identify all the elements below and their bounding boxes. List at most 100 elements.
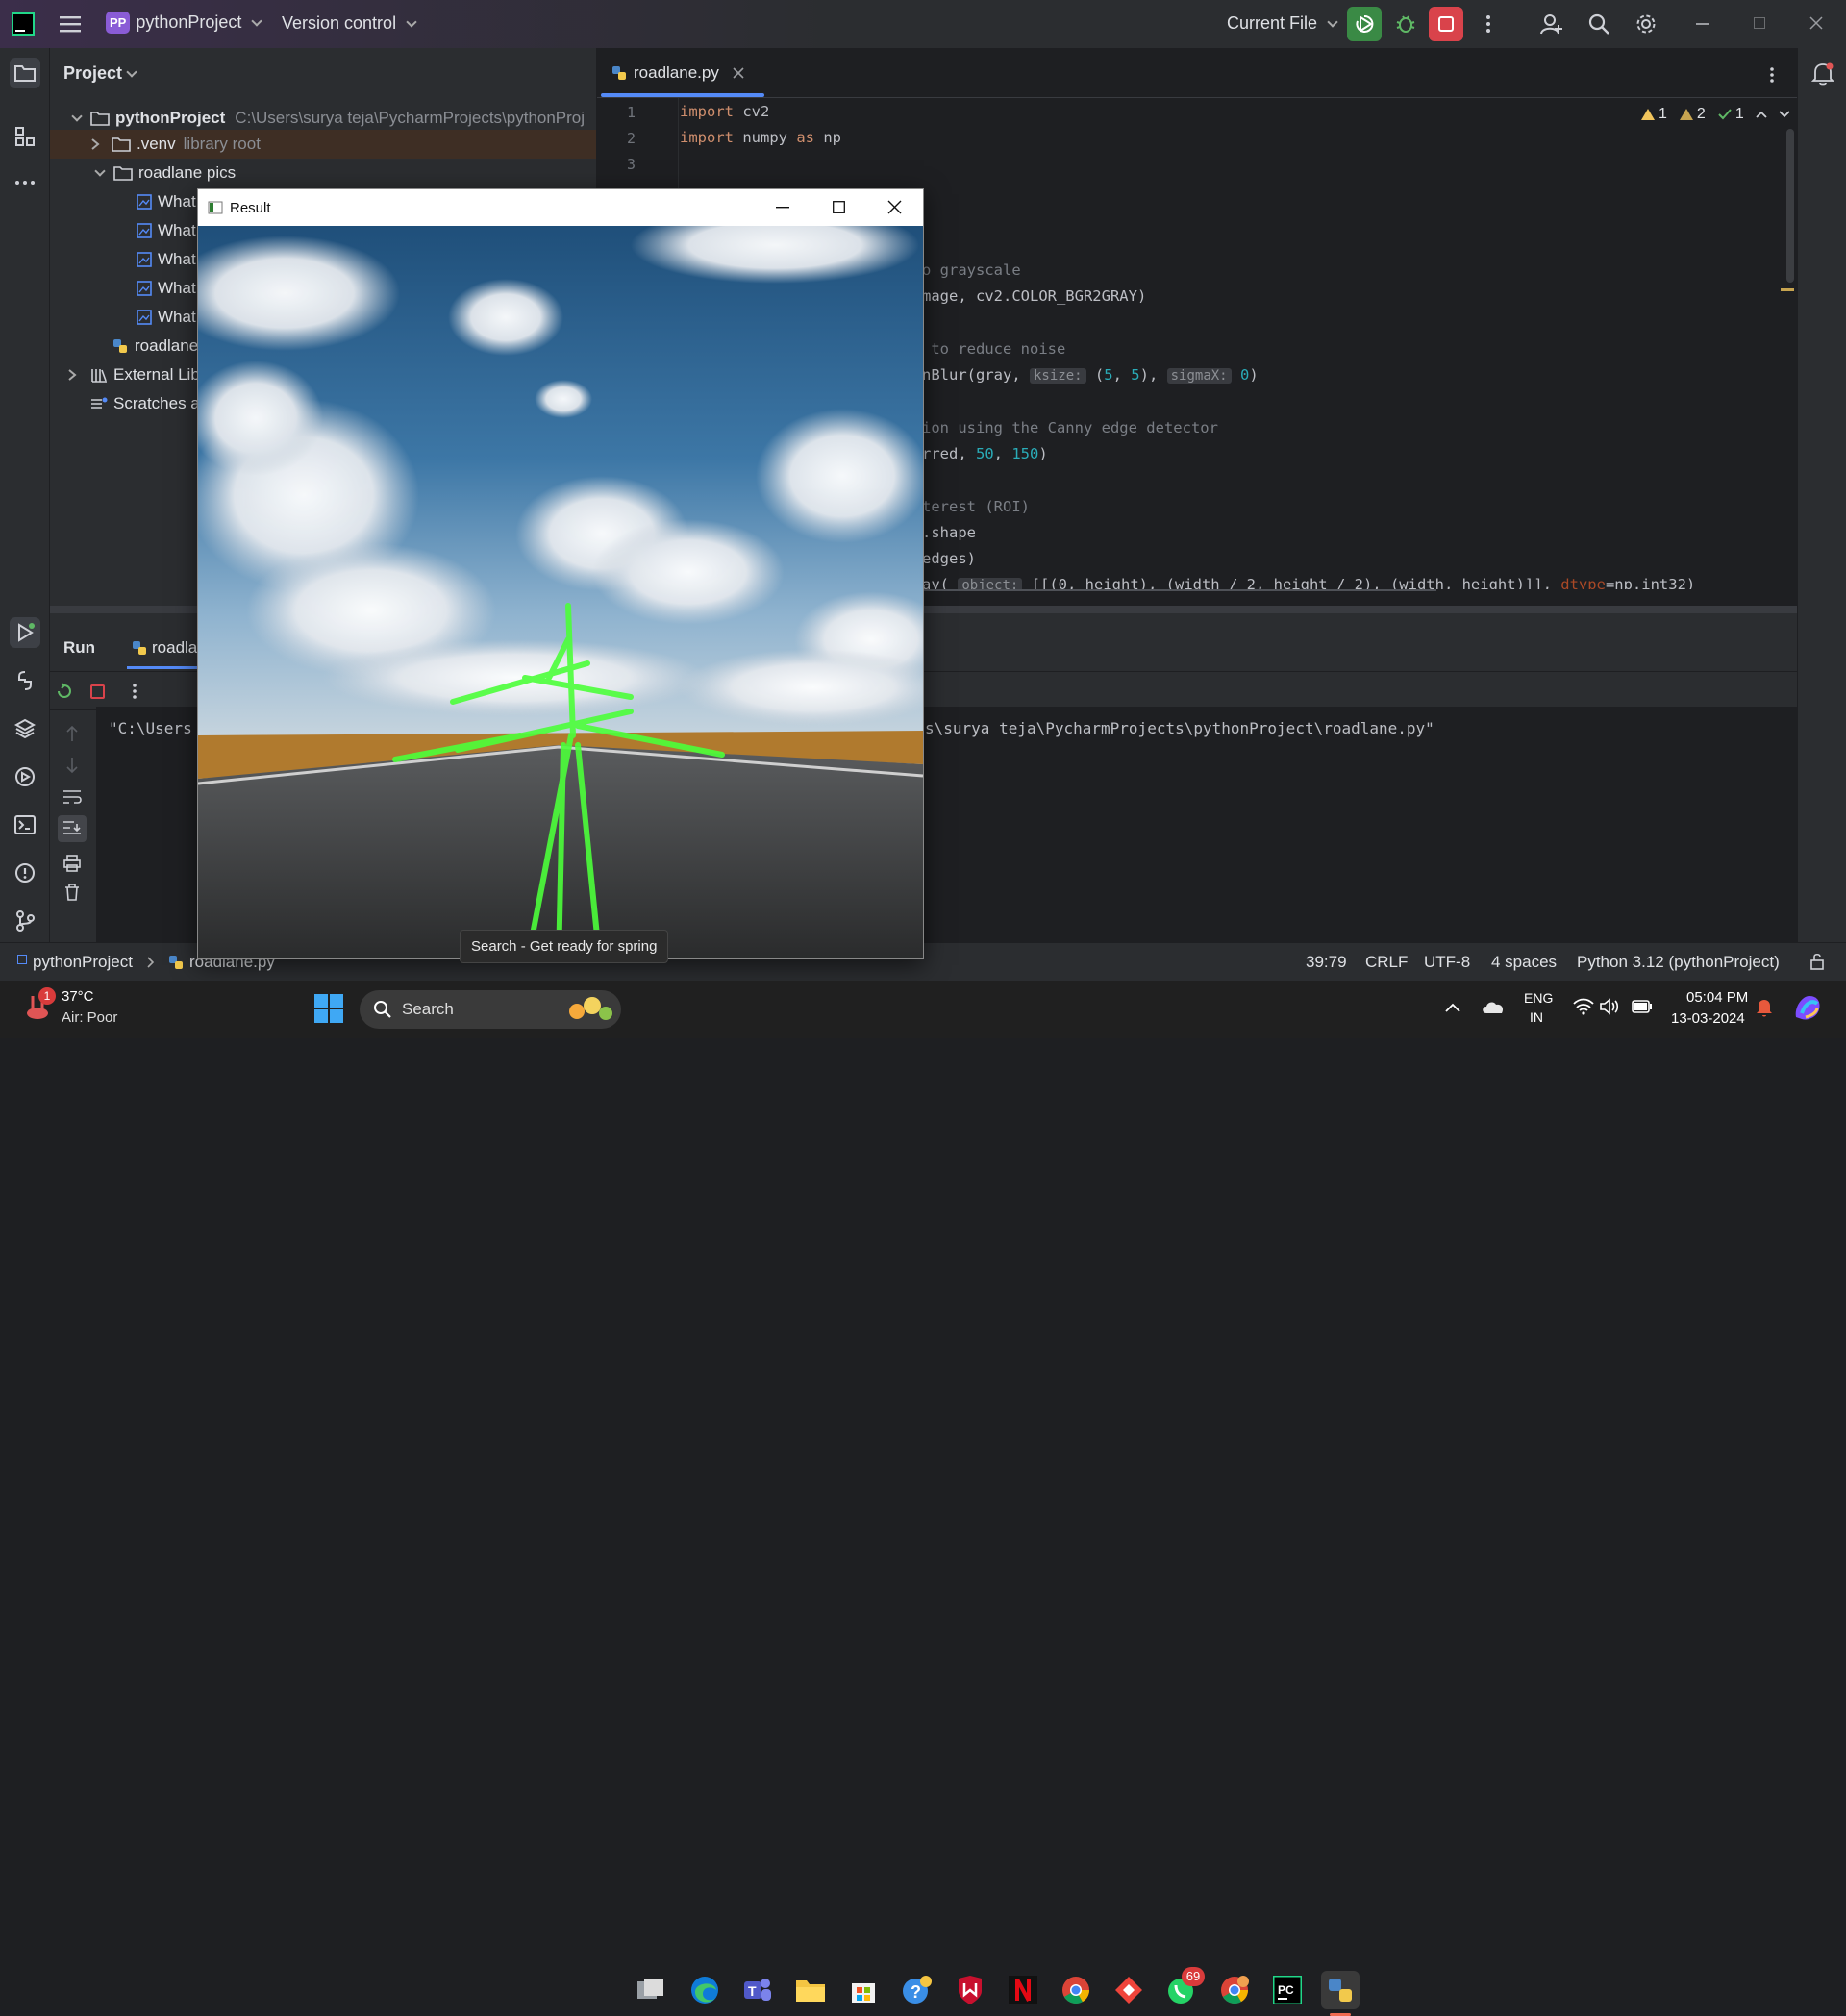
chrome-profile-icon[interactable] (1215, 1971, 1254, 2009)
run-config-selector[interactable]: Current File (1227, 13, 1338, 34)
chevron-down-icon[interactable] (1779, 111, 1790, 118)
code-comment[interactable]: terest (ROI) (922, 498, 1030, 515)
rerun-icon[interactable] (56, 683, 73, 700)
restore-icon[interactable] (1754, 17, 1765, 29)
volume-icon[interactable] (1600, 998, 1619, 1015)
close-window-icon[interactable] (1809, 16, 1823, 30)
python-packages-icon[interactable] (10, 713, 40, 744)
tree-item-image[interactable]: What (137, 216, 196, 245)
code-comment[interactable]: to reduce noise (922, 340, 1065, 358)
more-actions-icon[interactable] (1471, 7, 1506, 41)
code-line[interactable]: import cv2 (680, 103, 769, 120)
services-icon[interactable] (10, 761, 40, 792)
weather-widget[interactable]: 1 (23, 987, 56, 1023)
code-comment[interactable]: ion using the Canny edge detector (922, 419, 1218, 436)
tab-roadlane-py[interactable]: roadlane.py (611, 63, 744, 83)
file-explorer-icon[interactable] (791, 1971, 830, 2009)
tree-item-image[interactable]: What (137, 187, 196, 216)
tree-root[interactable]: pythonProject C:\Users\surya teja\Pychar… (67, 104, 585, 133)
project-panel-header[interactable]: Project (63, 63, 137, 84)
code-line[interactable]: mage, cv2.COLOR_BGR2GRAY) (922, 287, 1146, 305)
trash-icon[interactable] (64, 884, 80, 901)
clock-time[interactable]: 05:04 PM (1686, 989, 1748, 1006)
close-tab-icon[interactable] (733, 67, 744, 79)
close-icon[interactable] (887, 200, 902, 214)
breadcrumb-project[interactable]: pythonProject (33, 953, 133, 972)
warning-stripe-marker[interactable] (1781, 288, 1794, 291)
tree-item-scratches[interactable]: Scratches a (90, 389, 200, 418)
more-tools-icon[interactable] (10, 167, 40, 198)
python-console-icon[interactable] (10, 665, 40, 696)
stop-button[interactable] (1429, 7, 1463, 41)
run-tool-icon[interactable] (10, 617, 40, 648)
chevron-up-icon[interactable] (1756, 111, 1767, 118)
copilot-icon[interactable] (1792, 992, 1823, 1023)
chrome-icon[interactable] (1057, 1971, 1095, 2009)
print-icon[interactable] (63, 855, 81, 872)
code-comment[interactable]: o grayscale (922, 261, 1021, 279)
more-options-icon[interactable] (132, 683, 137, 700)
notification-bell-icon[interactable] (1756, 998, 1773, 1017)
git-icon[interactable] (10, 906, 40, 936)
get-help-icon[interactable]: ? (898, 1971, 936, 2009)
project-tool-icon[interactable] (10, 58, 40, 88)
caret-position[interactable]: 39:79 (1306, 953, 1347, 972)
code-line[interactable]: .shape (922, 524, 976, 541)
microsoft-store-icon[interactable] (844, 1971, 883, 2009)
code-line[interactable]: import numpy as np (680, 129, 841, 146)
line-ending[interactable]: CRLF (1365, 953, 1408, 972)
clock-date[interactable]: 13-03-2024 (1671, 1010, 1745, 1027)
result-window-titlebar[interactable]: Result (198, 189, 923, 226)
code-line[interactable]: rred, 50, 150) (922, 445, 1048, 462)
code-line[interactable]: nBlur(gray, ksize: (5, 5), sigmaX: 0) (922, 366, 1259, 384)
python-interpreter[interactable]: Python 3.12 (pythonProject) (1577, 953, 1780, 972)
pycharm-taskbar-icon[interactable]: PC (1268, 1971, 1307, 2009)
python-result-window-taskbar-icon[interactable] (1321, 1971, 1360, 2009)
taskbar-search[interactable]: Search (360, 990, 621, 1029)
project-selector[interactable]: PP pythonProject (106, 12, 263, 34)
minimize-icon[interactable] (1696, 23, 1709, 25)
maximize-icon[interactable] (833, 201, 845, 213)
horizontal-scrollbar[interactable] (917, 589, 1436, 591)
teams-icon[interactable]: T (738, 1971, 777, 2009)
add-user-icon[interactable] (1534, 7, 1569, 41)
tree-item-script[interactable]: roadlane (112, 332, 198, 361)
settings-gear-icon[interactable] (1629, 7, 1663, 41)
tree-item-roadlane-pics[interactable]: roadlane pics (90, 159, 236, 187)
code-line[interactable]: ay( object: [[(0, height), (width / 2, h… (922, 576, 1695, 589)
wifi-icon[interactable] (1573, 998, 1594, 1015)
notifications-bell-icon[interactable] (1811, 62, 1834, 87)
editor-options-icon[interactable] (1769, 66, 1775, 84)
problems-icon[interactable] (10, 858, 40, 888)
tree-item-image[interactable]: What (137, 274, 196, 303)
netflix-icon[interactable] (1004, 1971, 1042, 2009)
inspection-widget[interactable]: 1 2 1 (1640, 106, 1790, 123)
version-control-menu[interactable]: Version control (282, 13, 417, 34)
onedrive-icon[interactable] (1482, 999, 1505, 1014)
soft-wrap-icon[interactable] (62, 789, 82, 805)
battery-icon[interactable] (1632, 1000, 1653, 1013)
minimize-icon[interactable] (776, 207, 789, 209)
structure-icon[interactable] (10, 121, 40, 152)
arrow-down-icon[interactable] (65, 757, 79, 774)
debug-button[interactable] (1388, 7, 1423, 41)
lock-icon[interactable] (1809, 953, 1825, 970)
mcafee-icon[interactable] (951, 1971, 989, 2009)
tree-item-image[interactable]: What (137, 245, 196, 274)
tree-item-venv[interactable]: .venv library root (90, 130, 261, 159)
input-region[interactable]: IN (1530, 1009, 1543, 1025)
whatsapp-icon[interactable]: 69 (1162, 1967, 1205, 2009)
search-icon[interactable] (1582, 7, 1616, 41)
indent-setting[interactable]: 4 spaces (1491, 953, 1557, 972)
code-line[interactable]: edges) (922, 550, 976, 567)
anydesk-icon[interactable] (1110, 1971, 1148, 2009)
edge-browser-icon[interactable] (686, 1971, 724, 2009)
windows-start-icon[interactable] (314, 994, 343, 1023)
scroll-to-end-button[interactable] (58, 815, 87, 842)
task-view-icon[interactable] (632, 1971, 670, 2009)
show-hidden-icons-icon[interactable] (1445, 1003, 1460, 1012)
input-language[interactable]: ENG (1524, 990, 1553, 1006)
rerun-button[interactable] (1347, 7, 1382, 41)
tree-item-external-libraries[interactable]: External Lib (67, 361, 200, 389)
stop-icon[interactable] (90, 684, 105, 699)
